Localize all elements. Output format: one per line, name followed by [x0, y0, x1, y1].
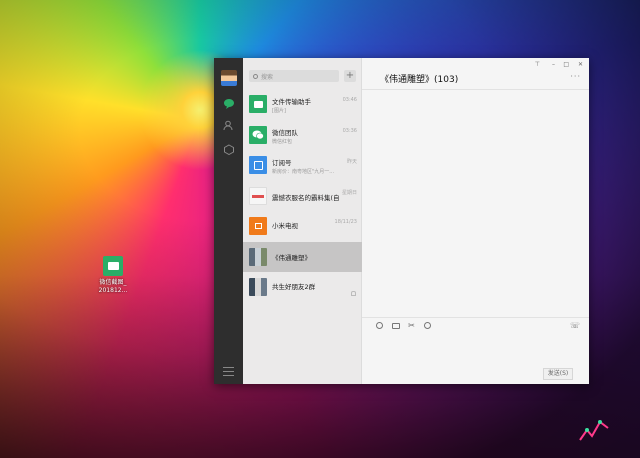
chat-nav-icon[interactable] [223, 98, 235, 109]
user-avatar[interactable] [221, 70, 237, 86]
chat-item-ad[interactable]: 震憾衣服名的霸料集(自 星期日 [243, 181, 362, 212]
image-file-icon [103, 256, 123, 276]
chat-time: 03:46 [342, 97, 357, 103]
chat-preview: 新房价：南粤地区"九月一... [272, 169, 335, 175]
chat-item-friends-group[interactable]: 共生好朋友2群 [243, 272, 362, 303]
chat-name: 微信团队 [272, 128, 298, 137]
desktop-screenshot-file[interactable]: 微信截图_ 20181‌2... [94, 256, 132, 295]
chat-main-panel: ⊤ – □ ✕ 《伟通雕塑》(103) ··· ✂ ☏ 发送(S) [362, 58, 589, 384]
close-button[interactable]: ✕ [578, 61, 583, 69]
contacts-nav-icon[interactable] [223, 120, 235, 131]
chat-title: 《伟通雕塑》(103) [380, 75, 459, 85]
add-button[interactable]: + [344, 70, 356, 82]
chat-name: 震憾衣服名的霸料集(自 [272, 193, 340, 202]
search-icon [253, 73, 258, 79]
wechat-window: 搜索 + 文件传输助手 [图片] 03:46 微信团队 微信红包 03:36 订… [214, 58, 589, 384]
chat-item-file-transfer[interactable]: 文件传输助手 [图片] 03:46 [243, 89, 362, 120]
chat-item-subscriptions[interactable]: 订阅号 新房价：南粤地区"九月一... 昨天 [243, 150, 362, 181]
mi-tv-icon [249, 217, 267, 235]
chat-name: 小米电视 [272, 222, 298, 230]
chat-history-icon[interactable] [423, 321, 432, 330]
favorites-nav-icon[interactable] [223, 144, 235, 155]
send-button[interactable]: 发送(S) [543, 368, 573, 380]
pin-icon[interactable]: ⊤ [535, 61, 540, 69]
input-toolbar: ✂ [375, 321, 432, 330]
search-input[interactable]: 搜索 [249, 70, 339, 82]
scissors-icon[interactable]: ✂ [407, 321, 416, 330]
folder-icon[interactable] [391, 321, 400, 330]
chat-name: 订阅号 [272, 159, 292, 167]
subscription-icon [249, 156, 267, 174]
chat-name: 《伟通雕塑》 [272, 253, 311, 262]
nav-rail [214, 58, 243, 384]
chat-time: 18/11/23 [334, 219, 357, 225]
chat-item-mi-tv[interactable]: 小米电视 18/11/23 [243, 211, 362, 242]
mute-bell-icon [351, 291, 356, 296]
more-options-button[interactable]: ··· [570, 72, 581, 81]
maximize-button[interactable]: □ [563, 61, 569, 69]
call-icon[interactable]: ☏ [570, 321, 580, 330]
minimize-button[interactable]: – [552, 61, 555, 69]
header-divider [362, 89, 589, 90]
desktop-icon-label: 微信截图_ 20181‌2... [98, 279, 128, 294]
chat-preview: [图片] [272, 108, 286, 114]
chat-item-wechat-team[interactable]: 微信团队 微信红包 03:36 [243, 120, 362, 151]
input-divider [362, 317, 589, 318]
chat-preview: 微信红包 [272, 138, 293, 145]
chat-time: 星期日 [341, 189, 357, 196]
corner-logo-icon [579, 420, 609, 441]
chat-name: 文件传输助手 [272, 98, 311, 106]
group-avatar-icon [249, 278, 267, 296]
group-avatar-icon [249, 247, 267, 266]
emoji-icon[interactable] [375, 321, 384, 330]
chat-list: 文件传输助手 [图片] 03:46 微信团队 微信红包 03:36 订阅号 新房… [243, 89, 362, 303]
menu-icon[interactable] [223, 367, 234, 376]
chat-item-weitong-sculpture[interactable]: 《伟通雕塑》 [243, 241, 362, 272]
ad-thumbnail-icon [249, 186, 267, 205]
chat-time: 昨天 [346, 159, 357, 165]
chat-time: 03:36 [342, 127, 357, 134]
search-placeholder: 搜索 [261, 73, 274, 81]
file-transfer-icon [249, 95, 267, 113]
wechat-team-icon [249, 125, 267, 144]
chat-name: 共生好朋友2群 [272, 283, 316, 291]
chat-list-panel: 搜索 + 文件传输助手 [图片] 03:46 微信团队 微信红包 03:36 订… [243, 58, 362, 384]
